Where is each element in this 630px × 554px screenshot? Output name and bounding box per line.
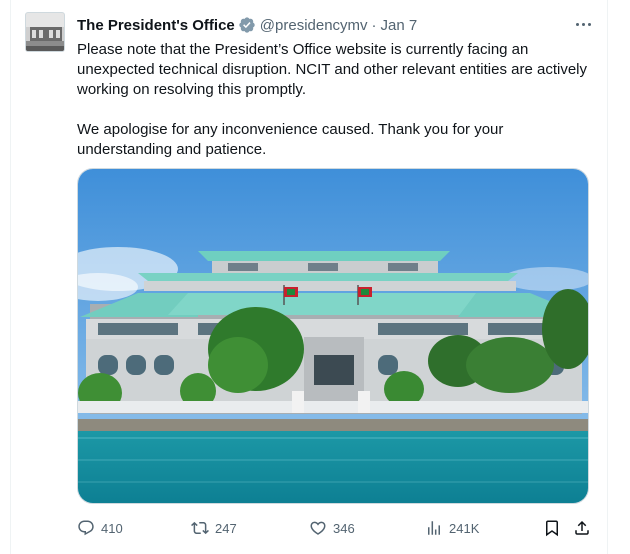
tweet-paragraph: Please note that the President’s Office … <box>77 41 588 98</box>
verified-badge-icon[interactable] <box>238 16 256 34</box>
views-button[interactable]: 241K <box>425 516 479 540</box>
tweet-date[interactable]: Jan 7 <box>381 17 418 34</box>
separator-dot: · <box>371 16 377 34</box>
retweet-count: 247 <box>215 520 237 536</box>
user-handle[interactable]: @presidencymv <box>260 17 368 34</box>
reply-button[interactable]: 410 <box>77 516 123 540</box>
views-count: 241K <box>449 520 480 536</box>
tweet-text: Please note that the President’s Office … <box>77 40 597 160</box>
retweet-icon <box>191 521 209 535</box>
share-icon <box>575 520 589 535</box>
avatar[interactable] <box>25 12 65 52</box>
like-count: 346 <box>333 520 355 536</box>
tweet-header: The President's Office @presidencymv · J… <box>77 14 417 36</box>
share-button[interactable] <box>573 516 591 540</box>
bookmark-icon <box>546 520 558 537</box>
reply-count: 410 <box>101 520 123 536</box>
more-dots-icon[interactable] <box>571 14 595 34</box>
tweet[interactable]: The President's Office @presidencymv · J… <box>25 10 601 550</box>
tweet-photo[interactable] <box>77 168 589 504</box>
heart-icon <box>310 521 326 535</box>
retweet-button[interactable]: 247 <box>191 516 237 540</box>
tweet-actions: 410 247 346 241K <box>77 516 601 540</box>
views-chart-icon <box>428 521 440 535</box>
reply-icon <box>78 520 94 536</box>
bookmark-button[interactable] <box>543 516 561 540</box>
tweet-paragraph: We apologise for any inconvenience cause… <box>77 121 504 158</box>
like-button[interactable]: 346 <box>309 516 355 540</box>
display-name[interactable]: The President's Office <box>77 17 235 34</box>
timeline-column: The President's Office @presidencymv · J… <box>10 0 608 554</box>
